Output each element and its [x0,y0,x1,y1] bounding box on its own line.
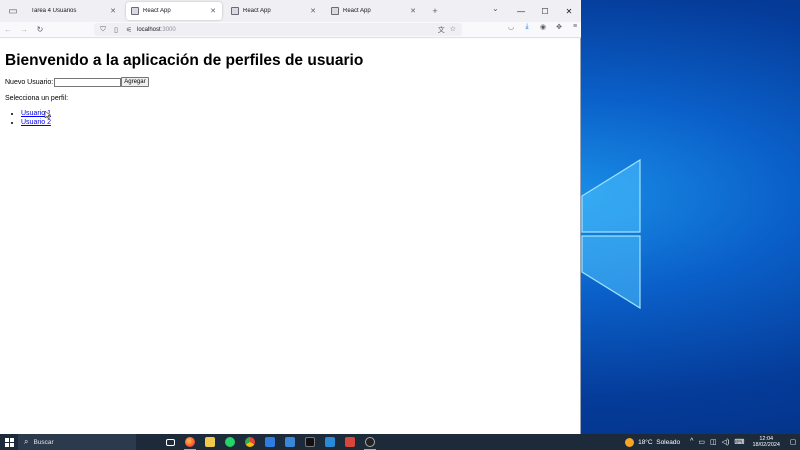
network-icon[interactable]: ◫ [710,438,717,446]
page-title: Bienvenido a la aplicación de perfiles d… [5,52,364,69]
weather-text: Soleado [656,438,681,446]
firefox-view-icon[interactable]: ▭ [0,0,26,22]
close-icon[interactable]: ✕ [409,7,417,15]
back-arrow-icon[interactable]: ← [0,23,16,37]
new-user-form: Nuevo Usuario: Agregar [5,77,149,87]
toolbar-icons: ◡ ⤓ ◉ ✥ ≡ [506,23,580,31]
taskbar-apps [160,434,380,450]
reload-icon[interactable]: ↻ [32,23,48,37]
store-icon[interactable] [280,434,300,450]
clock[interactable]: 12:04 18/02/2024 [752,436,780,449]
tab-bar: ▭ Tarea 4 Usuarios ✕ React App ✕ React A… [0,0,581,22]
tab-title: Tarea 4 Usuarios [31,8,77,14]
account-icon[interactable]: ◉ [538,23,548,31]
tab-title: React App [343,8,371,14]
windows-logo-wallpaper [581,158,641,310]
browser-window: ▭ Tarea 4 Usuarios ✕ React App ✕ React A… [0,0,581,434]
downloads-icon[interactable]: ⤓ [522,23,532,31]
menu-icon[interactable]: ≡ [570,23,580,31]
firefox-icon[interactable] [180,434,200,450]
nav-bar: ← → ↻ ⛉ ▯ ⚟ localhost:3000 ⽂ ☆ ◡ ⤓ ◉ ✥ ≡ [0,22,581,38]
address-bar[interactable]: ⛉ ▯ ⚟ localhost:3000 ⽂ ☆ [94,23,462,36]
page-icon [131,7,139,15]
add-user-button[interactable]: Agregar [121,77,149,87]
page-info-icon[interactable]: ▯ [111,26,121,34]
translate-icon[interactable]: ⽂ [438,25,445,35]
recorder-icon[interactable] [360,434,380,450]
clock-date: 18/02/2024 [752,442,780,448]
shield-icon[interactable]: ⛉ [98,26,108,34]
page-icon [331,7,339,15]
bookmark-star-icon[interactable]: ☆ [450,25,456,35]
weather-temp: 18°C [638,438,653,446]
search-placeholder: Buscar [33,438,54,446]
pocket-icon[interactable]: ◡ [506,23,516,31]
close-icon[interactable]: ✕ [209,7,217,15]
page-icon [231,7,239,15]
close-icon[interactable]: ✕ [109,7,117,15]
chevron-down-icon[interactable]: ⌄ [492,4,499,13]
weather-widget[interactable]: 18°C Soleado [625,437,681,447]
system-tray: 18°C Soleado ^ ▭ ◫ ◁) ⌨ 12:04 18/02/2024… [625,434,800,450]
tab-title: React App [243,8,271,14]
tab-react-app[interactable]: React App ✕ [226,2,322,20]
mouse-cursor-icon [44,111,51,120]
taskbar: ⌕ Buscar 18°C Soleado ^ ▭ ◫ ◁) ⌨ 12:04 1… [0,434,800,450]
tray-icons: ^ ▭ ◫ ◁) ⌨ [690,438,744,446]
volume-icon[interactable]: ◁) [722,438,730,446]
taskbar-search[interactable]: ⌕ Buscar [18,434,136,450]
keyboard-icon[interactable]: ⌨ [734,438,744,446]
new-user-label: Nuevo Usuario: [5,78,54,86]
terminal-icon[interactable] [300,434,320,450]
tab-react-app[interactable]: React App ✕ [326,2,422,20]
tab-tarea-4-usuarios[interactable]: Tarea 4 Usuarios ✕ [26,2,122,20]
windows-start-icon[interactable] [0,434,18,450]
extensions-icon[interactable]: ✥ [554,23,564,31]
forward-arrow-icon[interactable]: → [16,23,32,37]
whatsapp-icon[interactable] [220,434,240,450]
battery-icon[interactable]: ▭ [698,438,705,446]
app-red-icon[interactable] [340,434,360,450]
new-tab-plus-icon[interactable]: + [428,4,442,18]
close-icon[interactable]: ✕ [309,7,317,15]
search-icon: ⌕ [24,437,29,446]
sun-icon [625,437,635,447]
notifications-icon[interactable]: ▢ [786,438,800,446]
select-profile-label: Selecciona un perfil: [5,95,69,102]
maximize-button[interactable]: ☐ [533,7,557,16]
task-view-icon[interactable] [160,434,180,450]
file-explorer-icon[interactable] [200,434,220,450]
page-content: Bienvenido a la aplicación de perfiles d… [0,39,580,434]
chrome-icon[interactable] [240,434,260,450]
window-controls: — ☐ ✕ [509,0,581,22]
url-host: localhost [137,26,161,33]
calendar-icon[interactable] [260,434,280,450]
minimize-button[interactable]: — [509,7,533,16]
permissions-icon[interactable]: ⚟ [124,26,134,34]
vscode-icon[interactable] [320,434,340,450]
tab-title: React App [143,8,171,14]
new-user-input[interactable] [54,77,122,87]
chevron-up-icon[interactable]: ^ [690,438,693,446]
tab-react-app-active[interactable]: React App ✕ [126,2,222,20]
url-port: :3000 [160,26,176,33]
close-window-button[interactable]: ✕ [557,7,581,16]
